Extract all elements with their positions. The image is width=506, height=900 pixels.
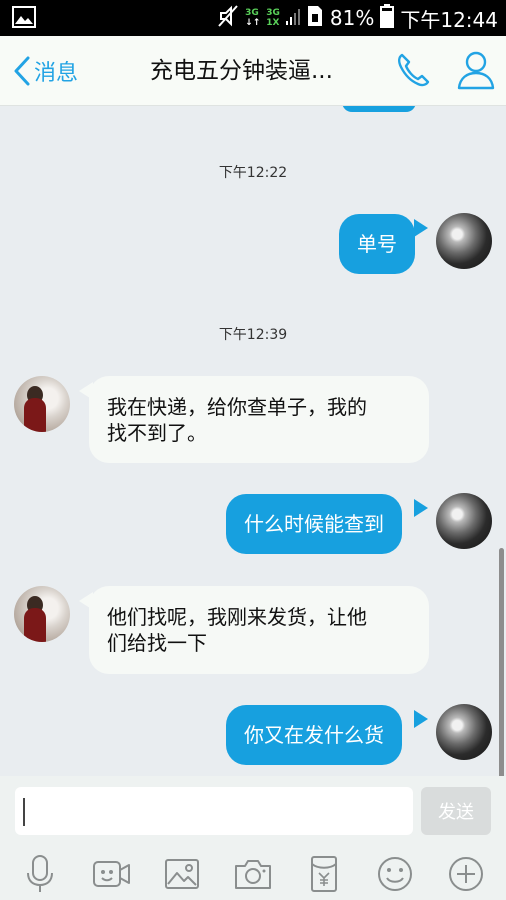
bubble-tail bbox=[414, 219, 428, 237]
message-text: 单号 bbox=[357, 232, 397, 256]
video-camera-icon bbox=[93, 861, 130, 887]
network-top-label: 3G bbox=[245, 8, 259, 18]
more-button[interactable] bbox=[446, 854, 486, 894]
chat-messages[interactable]: 下午12:22 单号 下午12:39 我在快递，给你查单子，我的 找不到了。 什… bbox=[0, 106, 506, 776]
gallery-notification-icon bbox=[12, 6, 36, 32]
incoming-message[interactable]: 他们找呢，我刚来发货，让他 们给找一下 bbox=[89, 586, 429, 674]
camera-icon bbox=[235, 860, 271, 889]
camera-button[interactable] bbox=[233, 854, 273, 894]
phone-call-button[interactable] bbox=[393, 50, 433, 90]
friend-avatar[interactable] bbox=[14, 376, 70, 432]
my-avatar[interactable] bbox=[436, 213, 492, 269]
profile-button[interactable] bbox=[454, 48, 498, 92]
previous-message-bubble bbox=[342, 106, 416, 112]
message-text-line: 们给找一下 bbox=[107, 631, 207, 655]
message-timestamp: 下午12:39 bbox=[218, 327, 288, 343]
red-packet-button[interactable] bbox=[304, 854, 344, 894]
network-indicator: 3G ↓↑ bbox=[245, 8, 260, 28]
bubble-tail bbox=[414, 499, 428, 517]
message-text: 你又在发什么货 bbox=[244, 723, 384, 747]
person-icon bbox=[457, 51, 495, 90]
message-text-line: 找不到了。 bbox=[107, 421, 207, 445]
emoji-icon bbox=[378, 857, 412, 891]
network-secondary-bottom-label: 1X bbox=[266, 18, 280, 28]
microphone-icon bbox=[27, 855, 53, 892]
friend-avatar[interactable] bbox=[14, 586, 70, 642]
my-avatar[interactable] bbox=[436, 704, 492, 760]
message-input[interactable] bbox=[15, 787, 413, 835]
my-avatar[interactable] bbox=[436, 493, 492, 549]
text-cursor bbox=[23, 798, 25, 826]
chat-header: 消息 充电五分钟装逼... bbox=[0, 36, 506, 106]
voice-button[interactable] bbox=[20, 854, 60, 894]
send-button[interactable]: 发送 bbox=[421, 787, 491, 835]
friend-avatar-body bbox=[24, 398, 46, 432]
chat-title: 充电五分钟装逼... bbox=[150, 58, 333, 84]
network-indicator-secondary: 3G 1X bbox=[266, 8, 280, 28]
message-timestamp: 下午12:22 bbox=[218, 165, 288, 181]
signal-icon bbox=[285, 6, 300, 30]
outgoing-message[interactable]: 什么时候能查到 bbox=[226, 494, 402, 554]
message-text-line: 他们找呢，我刚来发货，让他 bbox=[107, 605, 367, 629]
message-input-bar: 发送 bbox=[0, 776, 506, 900]
battery-percent: 81% bbox=[329, 6, 375, 30]
input-toolbar bbox=[0, 846, 506, 896]
chevron-left-icon bbox=[14, 56, 30, 86]
sim-icon bbox=[306, 5, 324, 32]
network-secondary-top-label: 3G bbox=[266, 8, 280, 18]
battery-icon bbox=[380, 3, 395, 33]
video-call-button[interactable] bbox=[92, 854, 132, 894]
phone-icon bbox=[398, 53, 430, 87]
back-label: 消息 bbox=[34, 61, 79, 86]
outgoing-message[interactable]: 你又在发什么货 bbox=[226, 705, 402, 765]
red-packet-icon bbox=[311, 856, 337, 892]
status-time: 下午12:44 bbox=[400, 7, 498, 32]
plus-icon bbox=[449, 857, 483, 891]
image-button[interactable] bbox=[162, 854, 202, 894]
message-text: 什么时候能查到 bbox=[244, 512, 384, 536]
emoji-button[interactable] bbox=[375, 854, 415, 894]
message-text-line: 我在快递，给你查单子，我的 bbox=[107, 395, 367, 419]
status-bar: 3G ↓↑ 3G 1X 81% 下午12:44 bbox=[0, 0, 506, 36]
image-icon bbox=[165, 859, 199, 889]
friend-avatar-body bbox=[24, 608, 46, 642]
back-button[interactable]: 消息 bbox=[12, 54, 78, 88]
bubble-tail bbox=[414, 710, 428, 728]
outgoing-message[interactable]: 单号 bbox=[339, 214, 415, 274]
network-top-arrows: ↓↑ bbox=[245, 18, 261, 28]
incoming-message[interactable]: 我在快递，给你查单子，我的 找不到了。 bbox=[89, 376, 429, 463]
mute-icon bbox=[217, 4, 239, 33]
chat-scrollbar[interactable] bbox=[499, 548, 504, 776]
